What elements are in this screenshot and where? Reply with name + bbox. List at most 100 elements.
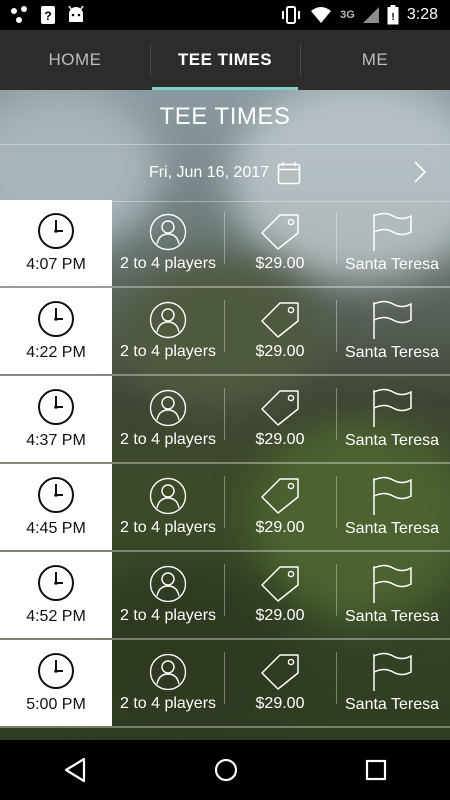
price-tag-icon [261,390,299,426]
clock-icon [38,301,74,337]
wifi-icon [311,7,332,23]
tee-time: 4:37 PM [26,432,86,449]
price-text: $29.00 [255,343,305,360]
person-icon [149,477,187,515]
system-nav-bar [0,740,450,800]
players-cell: 2 to 4 players [112,376,224,462]
clock-time: 3:28 [406,6,438,23]
course-text: Santa Teresa [345,344,439,361]
calendar-icon[interactable] [277,161,301,185]
price-tag-icon [261,566,299,602]
clock-icon [38,213,74,249]
main-content: TEE TIMES Fri, Jun 16, 2017 4:07 PM 2 to … [0,90,450,740]
flag-icon [373,300,412,339]
tee-time-row[interactable]: 5:00 PM 2 to 4 players $29.00 Santa Teresa [0,640,450,728]
tab-divider [300,44,301,76]
back-icon[interactable] [62,757,88,783]
players-text: 2 to 4 players [119,431,217,448]
tee-time: 5:00 PM [26,696,86,713]
flag-icon [373,212,412,251]
next-date-chevron-icon[interactable] [412,159,428,185]
tab-divider [150,44,151,76]
players-cell: 2 to 4 players [112,464,224,550]
price-cell: $29.00 [224,376,336,462]
tab-bar: HOME TEE TIMES ME [0,30,450,90]
home-icon[interactable] [213,757,239,783]
tee-time: 4:45 PM [26,520,86,537]
price-cell: $29.00 [224,200,336,286]
tee-time-row[interactable]: 4:07 PM 2 to 4 players $29.00 Santa Teresa [0,200,450,288]
players-text: 2 to 4 players [119,343,217,360]
course-cell: Santa Teresa [336,288,448,374]
price-cell: $29.00 [224,464,336,550]
tee-time-row[interactable]: 4:22 PM 2 to 4 players $29.00 Santa Teresa [0,288,450,376]
price-cell: $29.00 [224,640,336,726]
course-cell: Santa Teresa [336,464,448,550]
clock-icon [38,389,74,425]
tee-time: 4:52 PM [26,608,86,625]
tee-time-row[interactable]: 4:45 PM 2 to 4 players $29.00 Santa Teresa [0,464,450,552]
network-type: 3G [340,9,355,21]
players-cell: 2 to 4 players [112,200,224,286]
course-text: Santa Teresa [345,608,439,625]
course-cell: Santa Teresa [336,552,448,638]
tee-time-cell: 4:52 PM [0,552,112,638]
battery-icon: ! [387,5,399,25]
page-title: TEE TIMES [159,103,291,130]
price-text: $29.00 [255,255,305,272]
flag-icon [373,388,412,427]
course-text: Santa Teresa [345,696,439,713]
players-cell: 2 to 4 players [112,288,224,374]
selected-date[interactable]: Fri, Jun 16, 2017 [149,164,269,182]
price-cell: $29.00 [224,552,336,638]
vibrate-icon [282,6,301,24]
person-icon [149,213,187,251]
recents-icon[interactable] [364,758,388,782]
price-text: $29.00 [255,431,305,448]
players-text: 2 to 4 players [119,695,217,712]
person-icon [149,389,187,427]
course-text: Santa Teresa [345,256,439,273]
tee-time-cell: 4:22 PM [0,288,112,374]
course-cell: Santa Teresa [336,376,448,462]
status-bar: ? 3G ! 3:28 [0,0,450,30]
clock-icon [38,653,74,689]
course-text: Santa Teresa [345,432,439,449]
tee-time-row[interactable]: 4:37 PM 2 to 4 players $29.00 Santa Teresa [0,376,450,464]
question-card-icon: ? [41,6,55,24]
android-icon [68,6,84,22]
signal-icon [362,7,379,23]
players-cell: 2 to 4 players [112,640,224,726]
clock-icon [38,565,74,601]
flag-icon [373,476,412,515]
price-text: $29.00 [255,695,305,712]
tab-tee-times[interactable]: TEE TIMES [150,30,300,90]
tee-time-row[interactable]: 4:52 PM 2 to 4 players $29.00 Santa Teresa [0,552,450,640]
tee-time: 4:07 PM [26,256,86,273]
price-text: $29.00 [255,607,305,624]
clock-icon [38,477,74,513]
svg-text:!: ! [391,12,394,23]
person-icon [149,301,187,339]
price-tag-icon [261,654,299,690]
tab-me[interactable]: ME [300,30,450,90]
person-icon [149,565,187,603]
course-cell: Santa Teresa [336,200,448,286]
course-text: Santa Teresa [345,520,439,537]
tee-time: 4:22 PM [26,344,86,361]
course-cell: Santa Teresa [336,640,448,726]
flag-icon [373,652,412,691]
tee-time-cell: 4:07 PM [0,200,112,286]
tab-home[interactable]: HOME [0,30,150,90]
tee-time-cell: 5:00 PM [0,640,112,726]
svg-text:?: ? [44,9,51,23]
players-text: 2 to 4 players [119,607,217,624]
date-selector[interactable]: Fri, Jun 16, 2017 [0,144,450,202]
price-cell: $29.00 [224,288,336,374]
notification-dots-icon [11,6,27,23]
tee-time-cell: 4:45 PM [0,464,112,550]
price-text: $29.00 [255,519,305,536]
person-icon [149,653,187,691]
players-cell: 2 to 4 players [112,552,224,638]
players-text: 2 to 4 players [119,519,217,536]
